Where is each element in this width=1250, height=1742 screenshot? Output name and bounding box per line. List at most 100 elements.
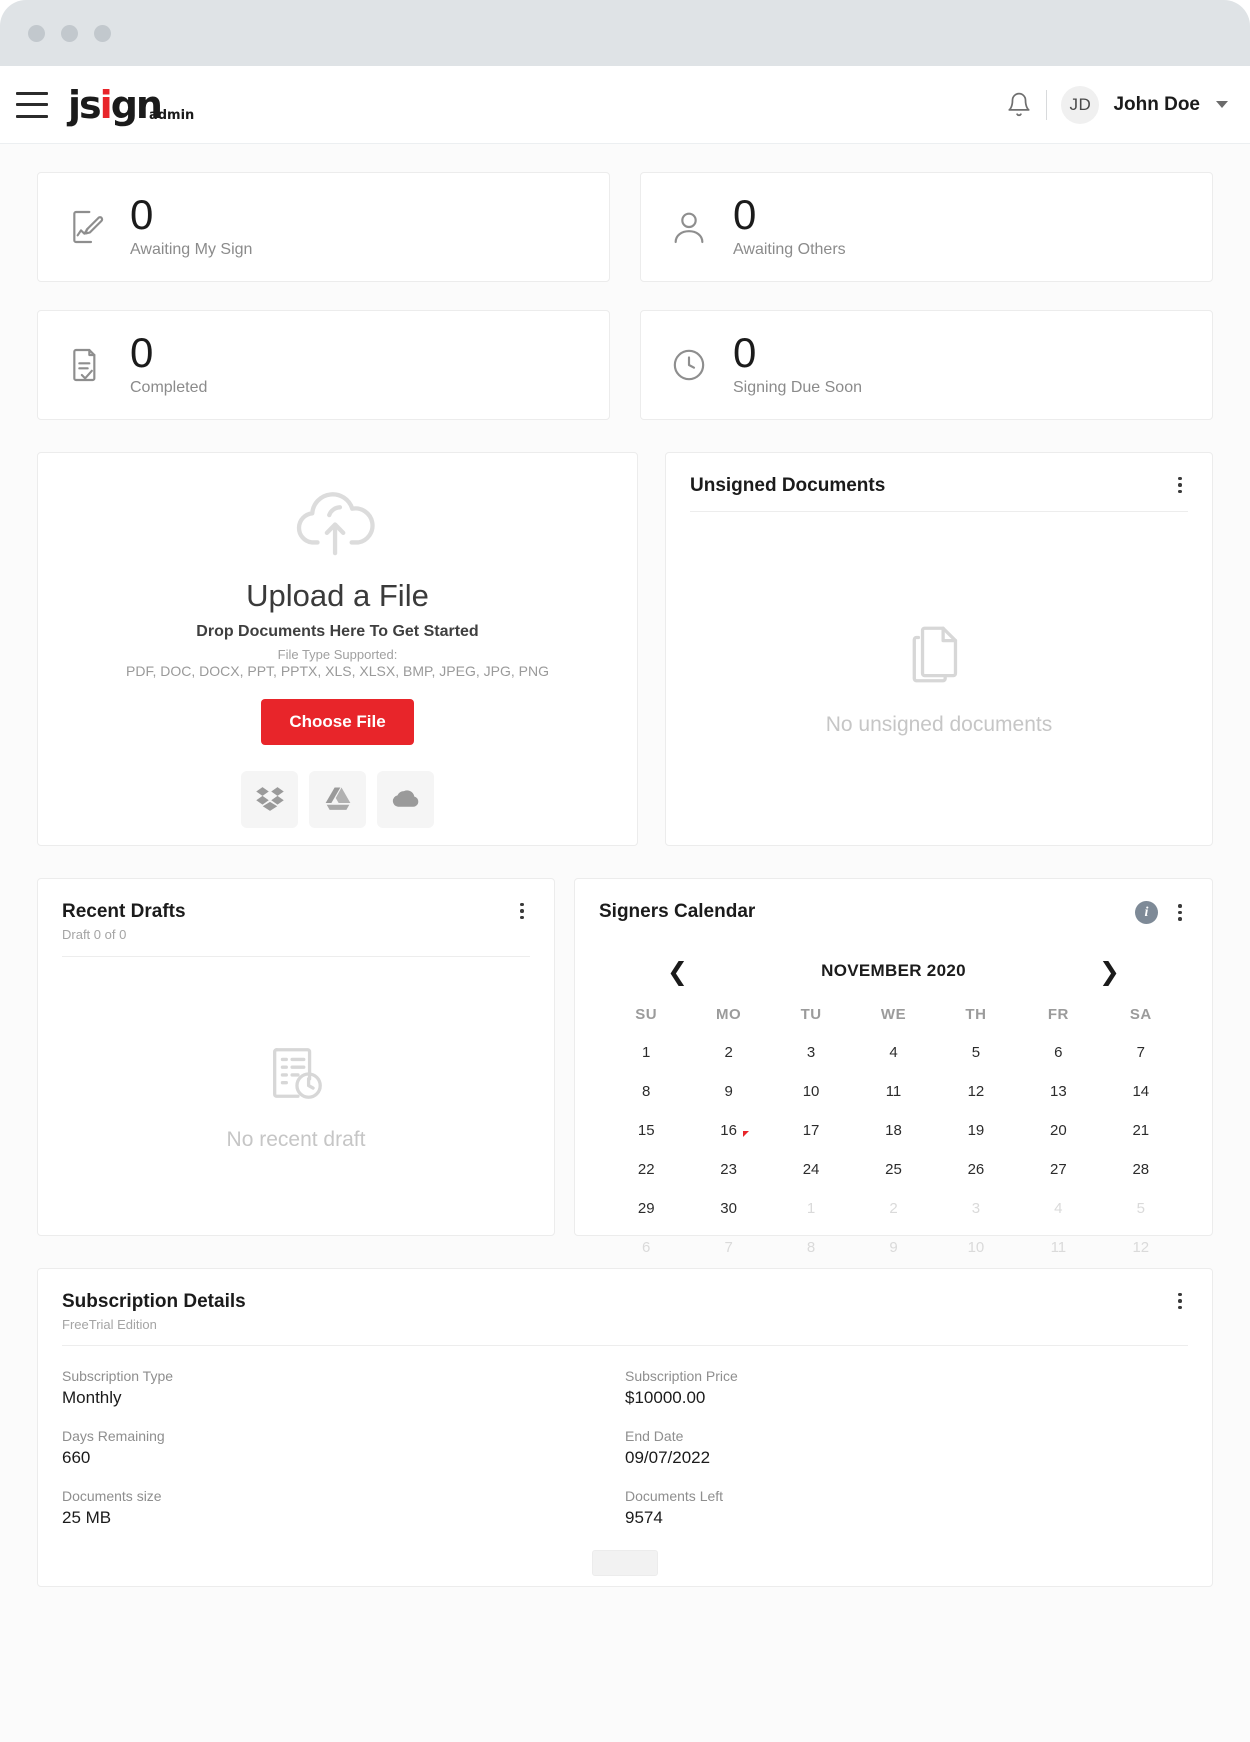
calendar-day[interactable]: 12 [935, 1072, 1017, 1111]
app-logo[interactable]: jsign admin [68, 86, 194, 124]
calendar-day[interactable]: 3 [770, 1033, 852, 1072]
upload-title: Upload a File [246, 577, 429, 613]
calendar-day[interactable]: 5 [935, 1033, 1017, 1072]
calendar-day[interactable]: 11 [852, 1072, 934, 1111]
calendar-day[interactable]: 28 [1100, 1150, 1182, 1189]
subscription-field-key: Days Remaining [62, 1428, 165, 1444]
subscription-field-value: Monthly [62, 1388, 122, 1407]
stat-card-awaiting-my-sign[interactable]: 0 Awaiting My Sign [37, 172, 610, 282]
calendar-day[interactable]: 23 [687, 1150, 769, 1189]
calendar-day[interactable]: 1 [605, 1033, 687, 1072]
calendar-day[interactable]: 6 [1017, 1033, 1099, 1072]
window-minimize-dot[interactable] [61, 24, 78, 42]
google-drive-icon[interactable] [309, 770, 366, 828]
calendar-day[interactable]: 5 [1100, 1189, 1182, 1228]
calendar-day[interactable]: 4 [852, 1033, 934, 1072]
person-icon [669, 206, 709, 248]
subscription-field-value: 09/07/2022 [625, 1448, 711, 1467]
unsigned-documents-panel: Unsigned Documents No unsigned documents [665, 452, 1213, 846]
kebab-menu-icon[interactable] [1170, 475, 1190, 495]
subscription-field-key: Documents size [62, 1488, 162, 1504]
kebab-menu-icon[interactable] [1170, 903, 1190, 923]
calendar-day[interactable]: 15 [605, 1111, 687, 1150]
unsigned-empty-state: No unsigned documents [666, 512, 1212, 845]
subscription-field-key: Documents Left [625, 1488, 724, 1504]
window-maximize-dot[interactable] [94, 24, 111, 42]
calendar-day[interactable]: 7 [1100, 1033, 1182, 1072]
calendar-day[interactable]: 25 [852, 1150, 934, 1189]
calendar-day[interactable]: 24 [770, 1150, 852, 1189]
calendar-day[interactable]: 22 [605, 1150, 687, 1189]
panel-actions [512, 901, 532, 921]
stat-label: Awaiting Others [733, 241, 846, 259]
onedrive-icon[interactable] [377, 770, 434, 828]
calendar-day[interactable]: 9 [852, 1228, 934, 1267]
subscription-field: Subscription Type Monthly [62, 1368, 625, 1408]
stat-card-awaiting-others[interactable]: 0 Awaiting Others [640, 172, 1213, 282]
notification-bell-icon[interactable] [1006, 91, 1032, 118]
hamburger-icon[interactable] [16, 91, 48, 118]
stats-row-1: 0 Awaiting My Sign 0 Awaiting Others [37, 172, 1213, 282]
app-header: jsign admin JD John Doe [0, 66, 1250, 144]
calendar-day[interactable]: 18 [852, 1111, 934, 1150]
dropbox-icon[interactable] [241, 770, 298, 828]
stat-card-signing-due-soon[interactable]: 0 Signing Due Soon [640, 310, 1213, 420]
calendar-day[interactable]: 3 [935, 1189, 1017, 1228]
window-close-dot[interactable] [28, 24, 45, 42]
calendar-day[interactable]: 14 [1100, 1072, 1182, 1111]
subscription-action-button[interactable] [592, 1550, 658, 1576]
header-right-cluster: JD John Doe [1006, 85, 1228, 124]
panel-header: Subscription Details FreeTrial Edition [38, 1269, 1212, 1332]
calendar-grid: SU MO TU WE TH FR SA 1 2 3 4 5 6 7 8 9 10 11 12 13 14 15 16 17 1… [605, 1000, 1182, 1267]
calendar-day[interactable]: 12 [1100, 1228, 1182, 1267]
calendar-day[interactable]: 26 [935, 1150, 1017, 1189]
calendar-day[interactable]: 13 [1017, 1072, 1099, 1111]
calendar-day[interactable]: 8 [770, 1228, 852, 1267]
calendar-day[interactable]: 11 [1017, 1228, 1099, 1267]
kebab-menu-icon[interactable] [512, 901, 532, 921]
calendar-day[interactable]: 30 [687, 1189, 769, 1228]
signers-calendar-panel: Signers Calendar i ❮ NOVEMBER 2020 ❯ SU M… [574, 878, 1213, 1256]
stat-value: 0 [130, 190, 154, 238]
calendar-day[interactable]: 2 [687, 1033, 769, 1072]
document-check-icon [66, 344, 106, 386]
calendar-day[interactable]: 17 [770, 1111, 852, 1150]
chevron-down-icon[interactable] [1216, 101, 1228, 108]
logo-wordmark: jsign [68, 82, 163, 127]
calendar-day[interactable]: 29 [605, 1189, 687, 1228]
calendar-day[interactable]: 8 [605, 1072, 687, 1111]
stat-label: Awaiting My Sign [130, 241, 253, 259]
signers-calendar-title: Signers Calendar [599, 901, 756, 922]
panel-title-block: Unsigned Documents [690, 475, 885, 497]
panel-header: Recent Drafts Draft 0 of 0 [38, 879, 554, 942]
panel-title-block: Recent Drafts Draft 0 of 0 [62, 901, 186, 942]
choose-file-button[interactable]: Choose File [261, 698, 414, 745]
stat-value: 0 [733, 190, 757, 238]
calendar-day[interactable]: 19 [935, 1111, 1017, 1150]
kebab-menu-icon[interactable] [1170, 1291, 1190, 1311]
stat-text-block: 0 Awaiting My Sign [130, 190, 253, 260]
calendar-day[interactable]: 1 [770, 1189, 852, 1228]
calendar-day[interactable]: 16 [687, 1111, 769, 1150]
calendar-day[interactable]: 20 [1017, 1111, 1099, 1150]
calendar-day[interactable]: 10 [935, 1228, 1017, 1267]
calendar-day[interactable]: 27 [1017, 1150, 1099, 1189]
calendar-day[interactable]: 9 [687, 1072, 769, 1111]
chevron-right-icon[interactable]: ❯ [1099, 959, 1120, 984]
calendar-day[interactable]: 7 [687, 1228, 769, 1267]
avatar[interactable]: JD [1061, 85, 1100, 124]
recent-drafts-subtitle: Draft 0 of 0 [62, 927, 127, 942]
upload-dropzone[interactable]: Upload a File Drop Documents Here To Get… [37, 452, 638, 846]
calendar-day[interactable]: 21 [1100, 1111, 1182, 1150]
calendar-day[interactable]: 2 [852, 1189, 934, 1228]
upload-filetypes: PDF, DOC, DOCX, PPT, PPTX, XLS, XLSX, BM… [126, 662, 549, 679]
calendar-day[interactable]: 4 [1017, 1189, 1099, 1228]
stat-card-completed[interactable]: 0 Completed [37, 310, 610, 420]
calendar-day[interactable]: 10 [770, 1072, 852, 1111]
subscription-details-panel: Subscription Details FreeTrial Edition S… [37, 1268, 1213, 1587]
logo-part-js: js [68, 82, 102, 127]
chevron-left-icon[interactable]: ❮ [667, 959, 688, 984]
info-icon[interactable]: i [1135, 901, 1158, 924]
calendar-day[interactable]: 6 [605, 1228, 687, 1267]
